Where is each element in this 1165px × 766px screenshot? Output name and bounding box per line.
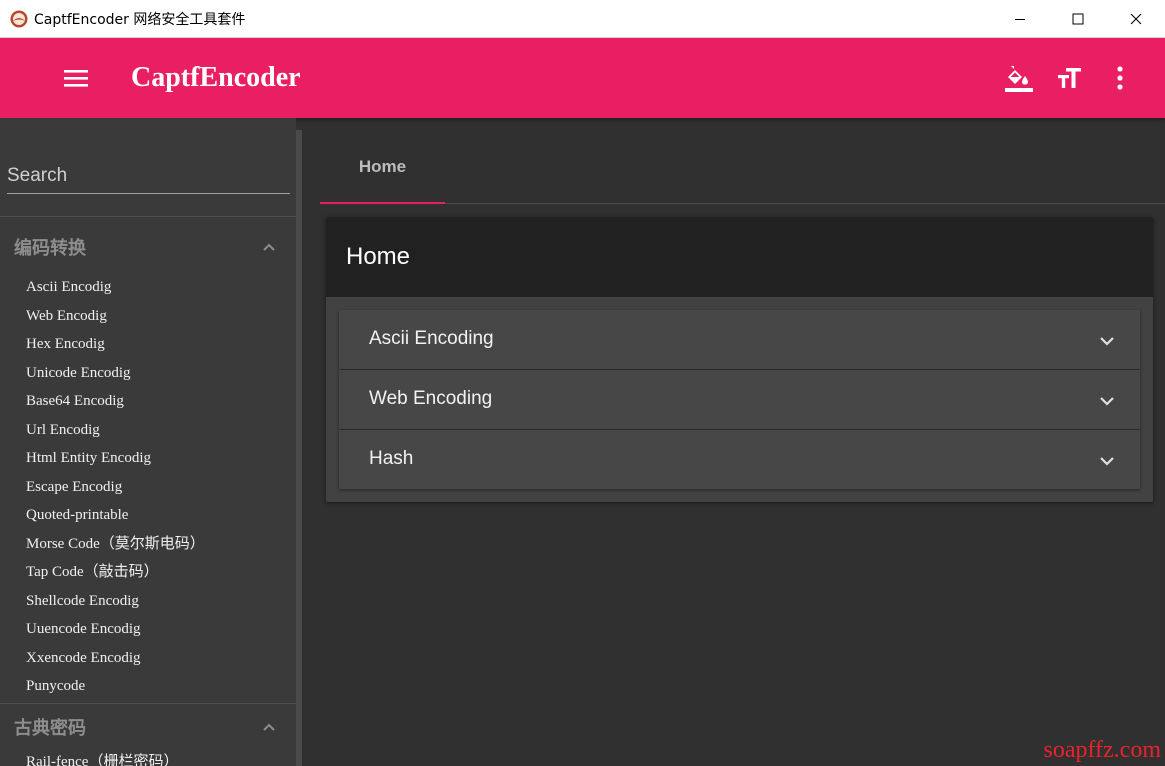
app-title: CaptfEncoder xyxy=(131,62,301,93)
card-title: Home xyxy=(346,243,411,270)
close-icon xyxy=(1130,13,1142,25)
section-header-encoding[interactable]: 编码转换 xyxy=(14,232,284,262)
sidebar-item-unicode-encodig[interactable]: Unicode Encodig xyxy=(26,359,205,388)
sidebar-item-morse-code[interactable]: Morse Code（莫尔斯电码） xyxy=(26,530,205,559)
expansion-panel-ascii-encoding[interactable]: Ascii Encoding xyxy=(339,310,1140,369)
sidebar-item-web-encodig[interactable]: Web Encodig xyxy=(26,302,205,331)
search-field xyxy=(7,162,290,194)
section-title: 编码转换 xyxy=(14,238,86,259)
home-card: Home Ascii Encoding Web Encoding Hash xyxy=(326,217,1153,502)
panel-label: Ascii Encoding xyxy=(369,328,494,349)
sidebar-item-shellcode-encodig[interactable]: Shellcode Encodig xyxy=(26,587,205,616)
encoding-nav-list: Ascii Encodig Web Encodig Hex Encodig Un… xyxy=(26,273,205,701)
sidebar-item-punycode[interactable]: Punycode xyxy=(26,672,205,701)
font-size-button[interactable] xyxy=(1054,62,1086,94)
card-header: Home xyxy=(326,217,1153,297)
theme-button[interactable] xyxy=(1003,62,1035,94)
search-input[interactable] xyxy=(7,162,290,190)
sidebar-item-xxencode-encodig[interactable]: Xxencode Encodig xyxy=(26,644,205,673)
minimize-icon xyxy=(1015,19,1025,20)
menu-icon xyxy=(64,70,88,87)
section-divider xyxy=(0,216,296,217)
expansion-panel-hash[interactable]: Hash xyxy=(339,430,1140,489)
sidebar-item-tap-code[interactable]: Tap Code（敲击码） xyxy=(26,558,205,587)
panel-label: Hash xyxy=(369,448,414,469)
app-logo-icon xyxy=(10,10,28,27)
section-title: 古典密码 xyxy=(14,718,86,739)
sidebar-item-rail-fence[interactable]: Rail-fence（栅栏密码） xyxy=(26,748,178,766)
active-tab-indicator xyxy=(320,202,445,204)
menu-button[interactable] xyxy=(62,65,90,91)
app-bar: CaptfEncoder xyxy=(0,38,1165,118)
more-options-button[interactable] xyxy=(1104,62,1136,94)
sidebar-item-hex-encodig[interactable]: Hex Encodig xyxy=(26,330,205,359)
sidebar-item-url-encodig[interactable]: Url Encodig xyxy=(26,416,205,445)
sidebar-item-escape-encodig[interactable]: Escape Encodig xyxy=(26,473,205,502)
tab-home[interactable]: Home xyxy=(320,130,445,203)
sidebar-scrollbar[interactable] xyxy=(296,130,302,766)
watermark: soapffz.com xyxy=(1043,737,1161,763)
sidebar-item-ascii-encodig[interactable]: Ascii Encodig xyxy=(26,273,205,302)
maximize-button[interactable] xyxy=(1049,0,1107,38)
window-title: CaptfEncoder 网络安全工具套件 xyxy=(34,11,246,28)
window-controls xyxy=(991,0,1165,38)
close-button[interactable] xyxy=(1107,0,1165,38)
format-size-icon xyxy=(1058,68,1081,88)
sidebar-item-base64-encodig[interactable]: Base64 Encodig xyxy=(26,387,205,416)
tab-bar: Home xyxy=(320,130,1165,204)
expansion-panel-web-encoding[interactable]: Web Encoding xyxy=(339,370,1140,429)
section-header-classical[interactable]: 古典密码 xyxy=(14,712,284,742)
more-vert-icon xyxy=(1117,66,1123,90)
window-titlebar: CaptfEncoder 网络安全工具套件 xyxy=(0,0,1165,38)
sidebar-item-uuencode-encodig[interactable]: Uuencode Encodig xyxy=(26,615,205,644)
maximize-icon xyxy=(1072,13,1084,25)
chevron-down-icon xyxy=(1100,457,1114,466)
chevron-up-icon xyxy=(263,243,275,251)
minimize-button[interactable] xyxy=(991,0,1049,38)
chevron-down-icon xyxy=(1100,337,1114,346)
sidebar-item-html-entity-encodig[interactable]: Html Entity Encodig xyxy=(26,444,205,473)
chevron-down-icon xyxy=(1100,397,1114,406)
sidebar-item-quoted-printable[interactable]: Quoted-printable xyxy=(26,501,205,530)
format-color-fill-icon xyxy=(1005,66,1033,92)
panel-label: Web Encoding xyxy=(369,388,493,409)
section-divider xyxy=(0,703,296,704)
sidebar: 编码转换 Ascii Encodig Web Encodig Hex Encod… xyxy=(0,118,296,766)
chevron-up-icon xyxy=(263,723,275,731)
